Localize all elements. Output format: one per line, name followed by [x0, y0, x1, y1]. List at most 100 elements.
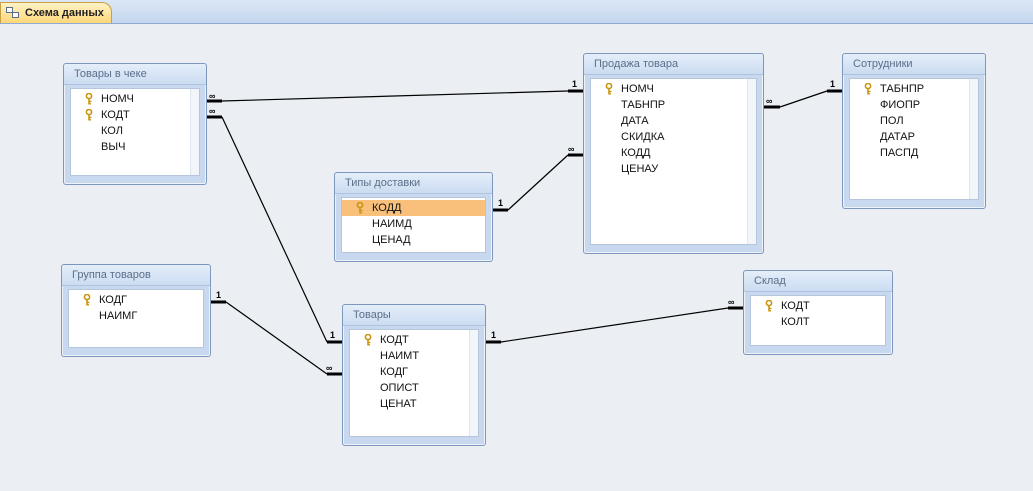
table-tovary[interactable]: Товары КОДТ НАИМТ КОДГ ОПИСТ ЦЕНАТ	[342, 304, 486, 446]
field-name: ДАТАР	[880, 131, 915, 143]
field-item[interactable]: НОМЧ	[591, 81, 756, 97]
table-sklad[interactable]: Склад КОДТ КОЛТ	[743, 270, 893, 355]
field-item[interactable]: ТАБНПР	[591, 97, 756, 113]
field-name: НОМЧ	[101, 93, 134, 105]
field-list: КОДГ НАИМГ	[68, 289, 204, 348]
field-item[interactable]: КОДТ	[350, 332, 478, 348]
table-prodazha-tovara[interactable]: Продажа товара НОМЧ ТАБНПР ДАТА СКИДКА К…	[583, 53, 764, 254]
cardinality-one: 1	[491, 330, 496, 340]
tab-schema[interactable]: Схема данных	[0, 2, 112, 23]
field-name: КОДГ	[99, 294, 128, 306]
table-title[interactable]: Товары в чеке	[64, 64, 206, 85]
field-name: ЦЕНАУ	[621, 163, 659, 175]
field-name: ПОЛ	[880, 115, 904, 127]
field-item[interactable]: НАИМТ	[350, 348, 478, 364]
field-name: ВЫЧ	[101, 141, 126, 153]
field-list: КОДТ КОЛТ	[750, 295, 886, 346]
table-title[interactable]: Сотрудники	[843, 54, 985, 75]
cardinality-many: ∞	[209, 106, 216, 116]
field-name: ТАБНПР	[880, 83, 925, 95]
field-list: КОДД НАИМД ЦЕНАД	[341, 197, 486, 253]
field-name: ЦЕНАД	[372, 234, 411, 246]
table-tipy-dostavki[interactable]: Типы доставки КОДД НАИМД ЦЕНАД	[334, 172, 493, 262]
field-item[interactable]: КОДД	[591, 145, 756, 161]
field-list: НОМЧ ТАБНПР ДАТА СКИДКА КОДД ЦЕНАУ	[590, 78, 757, 245]
table-sotrudniki[interactable]: Сотрудники ТАБНПР ФИОПР ПОЛ ДАТАР ПАСПД	[842, 53, 986, 209]
field-item[interactable]: ПОЛ	[850, 113, 978, 129]
field-name: КОДТ	[101, 109, 130, 121]
field-item[interactable]: НОМЧ	[71, 91, 199, 107]
primary-key-icon	[605, 83, 613, 95]
field-list: НОМЧ КОДТ КОЛ ВЫЧ	[70, 88, 200, 176]
cardinality-many: ∞	[568, 144, 575, 154]
field-name: ДАТА	[621, 115, 649, 127]
primary-key-icon	[85, 93, 93, 105]
tab-label: Схема данных	[25, 7, 104, 19]
field-item[interactable]: ФИОПР	[850, 97, 978, 113]
field-name: СКИДКА	[621, 131, 665, 143]
field-item[interactable]: СКИДКА	[591, 129, 756, 145]
field-item[interactable]: ДАТА	[591, 113, 756, 129]
cardinality-many: ∞	[326, 363, 333, 373]
field-name: НАИМГ	[99, 310, 138, 322]
field-name: КОДД	[621, 147, 651, 159]
field-name: КОЛ	[101, 125, 123, 137]
field-item[interactable]: ЦЕНАУ	[591, 161, 756, 177]
field-name: КОДД	[372, 202, 402, 214]
field-item[interactable]: КОДГ	[350, 364, 478, 380]
field-item[interactable]: ТАБНПР	[850, 81, 978, 97]
cardinality-many: ∞	[766, 96, 773, 106]
field-name: ТАБНПР	[621, 99, 666, 111]
cardinality-one: 1	[498, 198, 503, 208]
field-item[interactable]: ОПИСТ	[350, 380, 478, 396]
cardinality-many: ∞	[209, 91, 216, 101]
field-item[interactable]: КОЛ	[71, 123, 199, 139]
relationships-icon	[6, 7, 20, 19]
cardinality-one: 1	[216, 290, 221, 300]
field-name: НОМЧ	[621, 83, 654, 95]
field-item[interactable]: ЦЕНАД	[342, 232, 485, 248]
field-name: НАИМТ	[380, 350, 420, 362]
table-gruppa-tovarov[interactable]: Группа товаров КОДГ НАИМГ	[61, 264, 211, 357]
field-name: КОДТ	[781, 300, 810, 312]
field-name: ФИОПР	[880, 99, 921, 111]
cardinality-one: 1	[830, 79, 835, 89]
cardinality-one: 1	[330, 330, 335, 340]
field-item[interactable]: НАИМГ	[69, 308, 203, 324]
primary-key-icon	[83, 294, 91, 306]
primary-key-icon	[356, 202, 364, 214]
field-item[interactable]: ПАСПД	[850, 145, 978, 161]
field-item[interactable]: ВЫЧ	[71, 139, 199, 155]
field-item[interactable]: КОДТ	[751, 298, 885, 314]
document-tab-strip: Схема данных	[0, 0, 1033, 24]
table-tovary-v-cheke[interactable]: Товары в чеке НОМЧ КОДТ КОЛ ВЫЧ	[63, 63, 207, 185]
table-title[interactable]: Группа товаров	[62, 265, 210, 286]
field-item[interactable]: ДАТАР	[850, 129, 978, 145]
relationships-canvas: ∞ 1 ∞ 1 1 ∞ ∞ 1 1 ∞ 1 ∞ Товары в чеке НО…	[0, 24, 1033, 491]
field-list: КОДТ НАИМТ КОДГ ОПИСТ ЦЕНАТ	[349, 329, 479, 437]
field-item[interactable]: КОЛТ	[751, 314, 885, 330]
field-name: ПАСПД	[880, 147, 919, 159]
field-name: ОПИСТ	[380, 382, 419, 394]
table-title[interactable]: Товары	[343, 305, 485, 326]
primary-key-icon	[864, 83, 872, 95]
field-name: КОДГ	[380, 366, 409, 378]
field-item[interactable]: КОДТ	[71, 107, 199, 123]
cardinality-many: ∞	[728, 297, 735, 307]
field-item[interactable]: КОДГ	[69, 292, 203, 308]
primary-key-icon	[364, 334, 372, 346]
table-title[interactable]: Продажа товара	[584, 54, 763, 75]
primary-key-icon	[765, 300, 773, 312]
table-title[interactable]: Склад	[744, 271, 892, 292]
field-name: ЦЕНАТ	[380, 398, 417, 410]
primary-key-icon	[85, 109, 93, 121]
field-name: КОЛТ	[781, 316, 810, 328]
field-item-selected[interactable]: КОДД	[342, 200, 485, 216]
field-list: ТАБНПР ФИОПР ПОЛ ДАТАР ПАСПД	[849, 78, 979, 200]
field-name: НАИМД	[372, 218, 412, 230]
cardinality-one: 1	[572, 79, 577, 89]
field-item[interactable]: ЦЕНАТ	[350, 396, 478, 412]
table-title[interactable]: Типы доставки	[335, 173, 492, 194]
field-item[interactable]: НАИМД	[342, 216, 485, 232]
field-name: КОДТ	[380, 334, 409, 346]
